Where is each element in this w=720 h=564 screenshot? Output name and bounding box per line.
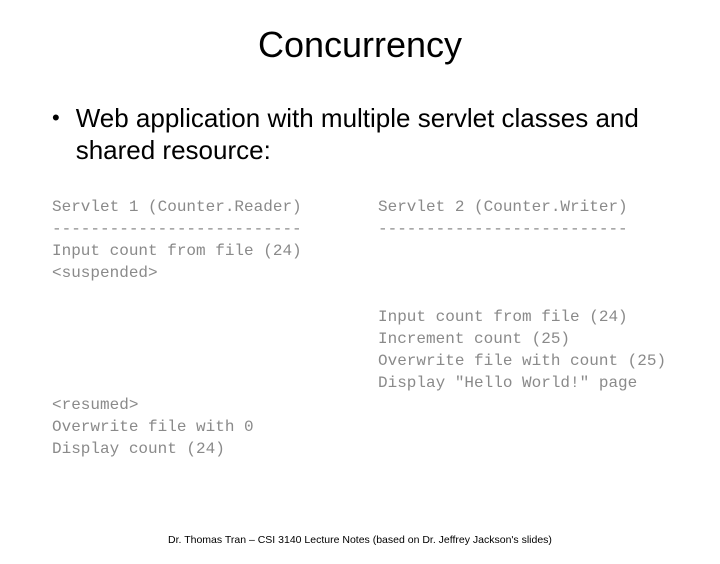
code-columns: Servlet 1 (Counter.Reader) -------------… [0, 196, 720, 460]
slide-title: Concurrency [0, 24, 720, 66]
footer-credit: Dr. Thomas Tran – CSI 3140 Lecture Notes… [0, 534, 720, 546]
bullet-item: • Web application with multiple servlet … [0, 102, 720, 166]
bullet-dot: • [52, 102, 60, 134]
servlet-2-column: Servlet 2 (Counter.Writer) -------------… [378, 196, 680, 460]
bullet-text: Web application with multiple servlet cl… [76, 102, 660, 166]
servlet-1-column: Servlet 1 (Counter.Reader) -------------… [52, 196, 354, 460]
